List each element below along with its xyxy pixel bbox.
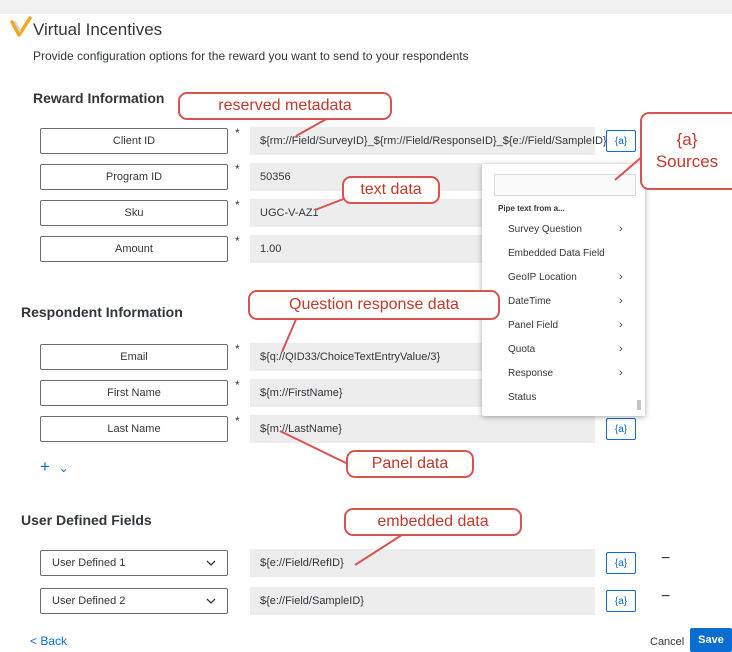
callout-reserved-metadata: reserved metadata	[178, 92, 392, 120]
callout-panel-data: Panel data	[346, 450, 474, 478]
callout-sources-line2: Sources	[655, 152, 719, 171]
embedded-pointer	[354, 530, 409, 566]
callout-sources: {a} Sources	[640, 112, 732, 190]
cancel-button[interactable]: Cancel	[650, 636, 684, 648]
callout-embedded-data: embedded data	[344, 508, 522, 536]
panel-pointer	[279, 430, 349, 465]
callout-question-response-data: Question response data	[248, 290, 500, 320]
callout-text-data: text data	[342, 176, 440, 204]
save-button[interactable]: Save	[690, 628, 732, 652]
callout-sources-line1: {a}	[676, 130, 698, 149]
text-pointer	[314, 197, 347, 211]
back-link[interactable]: < Back	[30, 634, 67, 648]
